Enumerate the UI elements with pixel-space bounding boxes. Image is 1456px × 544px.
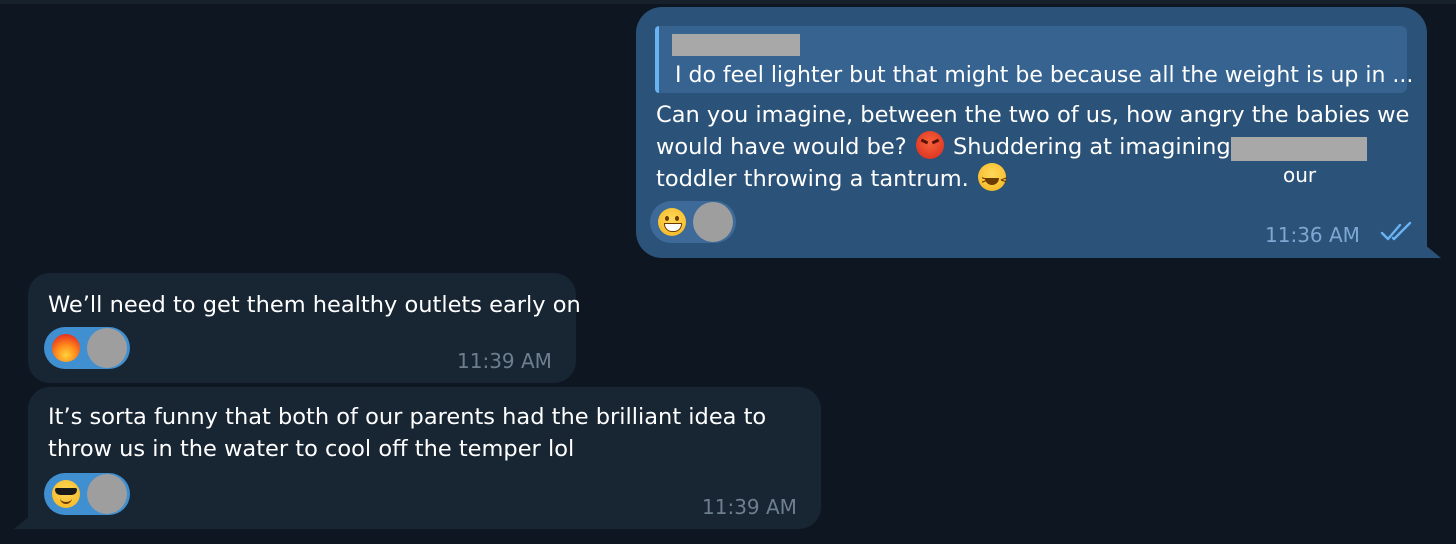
message-line: throw us in the water to cool off the te… <box>48 436 575 462</box>
reply-quote[interactable]: I do feel lighter but that might be beca… <box>655 26 1413 93</box>
reaction-chip[interactable] <box>44 327 130 369</box>
message-text: would have would be? <box>656 134 907 160</box>
reply-preview-text: I do feel lighter but that might be beca… <box>675 63 1414 88</box>
message-time: 11:36 AM <box>1265 223 1360 247</box>
bubble-tail <box>14 511 36 529</box>
top-divider <box>0 0 1456 4</box>
reaction-chip[interactable] <box>44 473 130 515</box>
redacted-sender-name <box>672 34 800 56</box>
overlay-word: our <box>1283 163 1317 187</box>
message-text: Shuddering at imagining a <box>952 134 1252 160</box>
message-time: 11:39 AM <box>457 349 552 373</box>
incoming-message[interactable]: We’ll need to get them healthy outlets e… <box>28 273 581 383</box>
outgoing-message[interactable]: I do feel lighter but that might be beca… <box>636 7 1441 258</box>
message-line: It’s sorta funny that both of our parent… <box>48 404 767 430</box>
reactor-avatar <box>87 328 127 368</box>
double-check-icon <box>1380 221 1412 241</box>
reactor-avatar <box>693 202 733 242</box>
incoming-message[interactable]: It’s sorta funny that both of our parent… <box>14 387 821 529</box>
message-line: We’ll need to get them healthy outlets e… <box>48 292 581 318</box>
reply-accent-bar <box>655 26 659 93</box>
fire-icon <box>52 334 80 362</box>
grinning-face-icon <box>658 208 686 236</box>
message-text: toddler throwing a tantrum. <box>656 166 969 192</box>
message-line: toddler throwing a tantrum. <box>656 163 1008 197</box>
bubble-tail <box>1419 240 1441 258</box>
message-time: 11:39 AM <box>702 495 797 519</box>
message-line: Can you imagine, between the two of us, … <box>656 102 1410 128</box>
redacted-word <box>1231 137 1367 161</box>
reaction-chip[interactable] <box>650 201 736 243</box>
angry-face-icon <box>915 131 944 159</box>
laughing-face-icon <box>977 163 1008 197</box>
sunglasses-face-icon <box>52 480 80 508</box>
message-line: would have would be? Shuddering at imagi… <box>656 131 1252 163</box>
reactor-avatar <box>87 474 127 514</box>
